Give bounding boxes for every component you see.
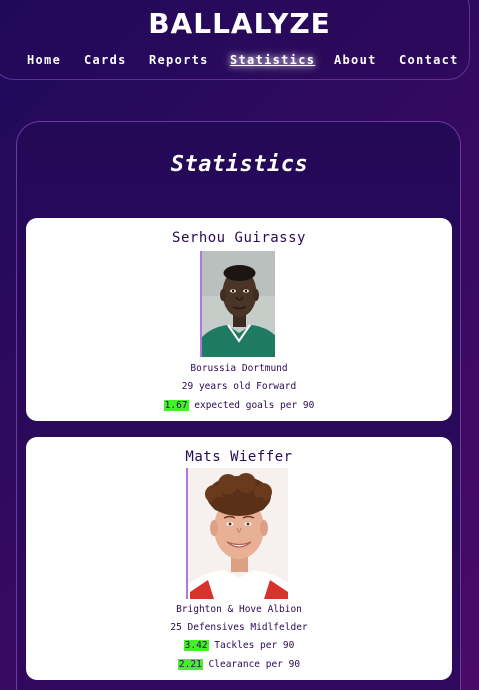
stat-label: expected goals per 90 (194, 400, 315, 411)
player-portrait-image (202, 251, 275, 357)
stat-label: Tackles per 90 (214, 640, 295, 651)
player-name: Serhou Guirassy (172, 230, 306, 246)
player-stat: 1.67 expected goals per 90 (26, 400, 452, 411)
nav-home[interactable]: Home (27, 53, 61, 67)
brand-logo[interactable]: BALLALYZE (0, 7, 479, 40)
nav-about[interactable]: About (334, 53, 377, 67)
nav-cards[interactable]: Cards (84, 53, 127, 67)
stat-value: 2.21 (177, 659, 203, 670)
nav-contact[interactable]: Contact (399, 53, 459, 67)
page-title: Statistics (170, 152, 309, 177)
player-description: 25 Defensives Midlfelder (170, 622, 308, 633)
player-stat: 2.21 Clearance per 90 (26, 659, 452, 670)
stat-value: 3.42 (183, 640, 209, 651)
player-name: Mats Wieffer (185, 449, 293, 465)
player-club: Borussia Dortmund (190, 363, 288, 374)
nav-statistics[interactable]: Statistics (230, 53, 315, 67)
player-portrait-image (188, 468, 288, 599)
player-description: 29 years old Forward (181, 381, 297, 392)
player-photo (186, 468, 288, 599)
player-club: Brighton & Hove Albion (176, 604, 302, 615)
main-nav: Home Cards Reports Statistics About Cont… (0, 53, 479, 69)
stat-label: Clearance per 90 (208, 659, 301, 670)
player-photo (200, 251, 275, 357)
player-card[interactable]: Serhou Guirassy Borussia Dortmund 29 yea… (26, 218, 452, 421)
player-stat: 3.42 Tackles per 90 (26, 640, 452, 651)
nav-reports[interactable]: Reports (149, 53, 209, 67)
stat-value: 1.67 (163, 400, 189, 411)
player-card[interactable]: Mats Wieffer Brighton & Hove Albion 25 D… (26, 437, 452, 680)
